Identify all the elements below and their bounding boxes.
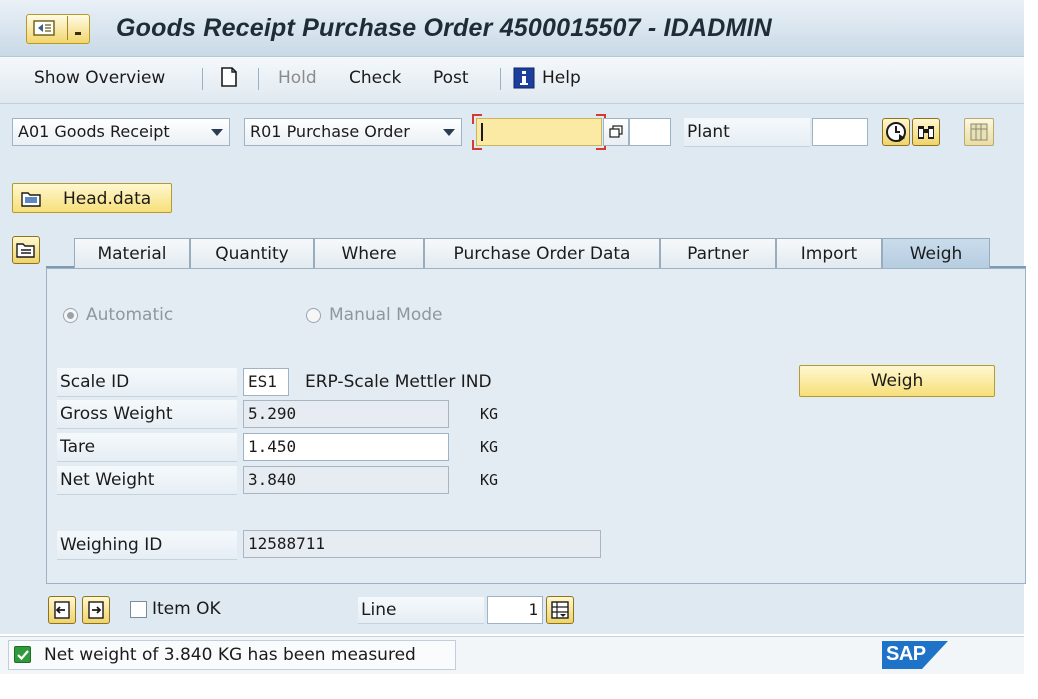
binoculars-icon — [918, 126, 934, 139]
tab-quantity[interactable]: Quantity — [190, 238, 314, 268]
gross-weight-unit: KG — [480, 405, 499, 423]
action-dropdown-value: A01 Goods Receipt — [18, 122, 170, 141]
tare-input[interactable]: 1.450 — [243, 433, 449, 461]
toolbar-separator — [500, 68, 501, 90]
check-button[interactable]: Check — [349, 68, 401, 88]
previous-item-icon — [54, 601, 70, 619]
status-message: Net weight of 3.840 KG has been measured — [44, 645, 416, 665]
net-weight-unit: KG — [480, 471, 499, 489]
action-dropdown[interactable]: A01 Goods Receipt — [12, 118, 230, 146]
line-number-input[interactable]: 1 — [487, 596, 543, 624]
new-document-icon[interactable] — [219, 66, 239, 88]
scale-id-description: ERP-Scale Mettler IND — [305, 372, 492, 392]
show-overview-button[interactable]: Show Overview — [34, 68, 165, 88]
line-select-button[interactable] — [546, 596, 574, 624]
toolbar-separator — [258, 68, 259, 90]
hold-button[interactable]: Hold — [278, 68, 317, 88]
line-select-icon — [551, 601, 569, 619]
transaction-menu-icon — [33, 20, 55, 36]
automatic-label: Automatic — [86, 305, 174, 325]
gross-weight-label-box: Gross Weight — [57, 400, 237, 429]
tab-material[interactable]: Material — [74, 238, 190, 268]
execute-clock-icon — [886, 122, 906, 142]
header-folder-icon — [21, 192, 41, 207]
chevron-down-icon — [443, 129, 455, 136]
info-icon — [513, 67, 535, 89]
sap-logo: SAP — [882, 641, 948, 669]
tab-import[interactable]: Import — [776, 238, 882, 268]
line-label: Line — [361, 600, 397, 620]
weighing-id-label: Weighing ID — [60, 535, 163, 555]
layout-button[interactable] — [964, 118, 994, 146]
head-data-button[interactable]: Head.data — [12, 183, 172, 213]
po-number-input[interactable] — [476, 118, 602, 146]
net-weight-field: 3.840 — [243, 466, 449, 494]
next-item-button[interactable] — [82, 596, 110, 624]
window-title: Goods Receipt Purchase Order 4500015507 … — [116, 14, 772, 42]
item-detail-toggle-button[interactable] — [12, 236, 40, 264]
weighing-id-label-box: Weighing ID — [57, 531, 237, 560]
automatic-radio[interactable] — [63, 308, 78, 323]
grid-layout-icon — [970, 123, 988, 141]
reference-dropdown-value: R01 Purchase Order — [250, 122, 410, 141]
tab-partner[interactable]: Partner — [660, 238, 776, 268]
chevron-down-icon — [211, 129, 223, 136]
manual-mode-label: Manual Mode — [329, 305, 443, 325]
hold-data-button[interactable] — [912, 118, 940, 146]
tare-unit: KG — [480, 438, 499, 456]
scale-id-label: Scale ID — [60, 372, 130, 392]
system-menu-divider — [67, 16, 68, 40]
toolbar-separator — [202, 68, 203, 90]
copy-button[interactable] — [603, 118, 629, 146]
copy-icon — [609, 125, 623, 138]
system-menu-arrow-icon — [75, 32, 81, 35]
next-item-icon — [88, 601, 104, 619]
execute-button[interactable] — [882, 118, 910, 146]
tare-label: Tare — [60, 437, 96, 457]
item-ok-label: Item OK — [152, 599, 221, 619]
tare-label-box: Tare — [57, 433, 237, 462]
net-weight-label-box: Net Weight — [57, 466, 237, 495]
tab-purchase-order-data[interactable]: Purchase Order Data — [424, 238, 660, 268]
reference-dropdown[interactable]: R01 Purchase Order — [244, 118, 462, 146]
previous-item-button[interactable] — [48, 596, 76, 624]
item-ok-checkbox[interactable] — [130, 601, 147, 618]
scale-id-input[interactable]: ES1 — [243, 368, 289, 396]
weigh-button[interactable]: Weigh — [799, 365, 995, 397]
line-label-box: Line — [358, 597, 484, 624]
help-label: Help — [542, 68, 581, 88]
scale-id-label-box: Scale ID — [57, 368, 237, 397]
tab-where[interactable]: Where — [314, 238, 424, 268]
net-weight-label: Net Weight — [60, 470, 155, 490]
head-data-label: Head.data — [63, 189, 152, 209]
gross-weight-field: 5.290 — [243, 400, 449, 428]
success-check-icon — [14, 646, 31, 663]
manual-mode-radio[interactable] — [306, 308, 321, 323]
plant-label: Plant — [687, 122, 730, 142]
text-cursor — [481, 123, 483, 141]
item-folder-icon — [16, 243, 35, 258]
plant-label-box: Plant — [684, 118, 810, 147]
system-menu-button[interactable] — [26, 14, 90, 44]
gross-weight-label: Gross Weight — [60, 404, 173, 424]
tab-weigh[interactable]: Weigh — [882, 238, 990, 268]
po-item-input[interactable] — [629, 118, 671, 146]
plant-input[interactable] — [812, 118, 868, 146]
help-button[interactable]: Help — [513, 66, 593, 90]
sap-logo-text: SAP — [886, 643, 926, 665]
post-button[interactable]: Post — [433, 68, 469, 88]
weighing-id-field: 12588711 — [243, 530, 601, 558]
